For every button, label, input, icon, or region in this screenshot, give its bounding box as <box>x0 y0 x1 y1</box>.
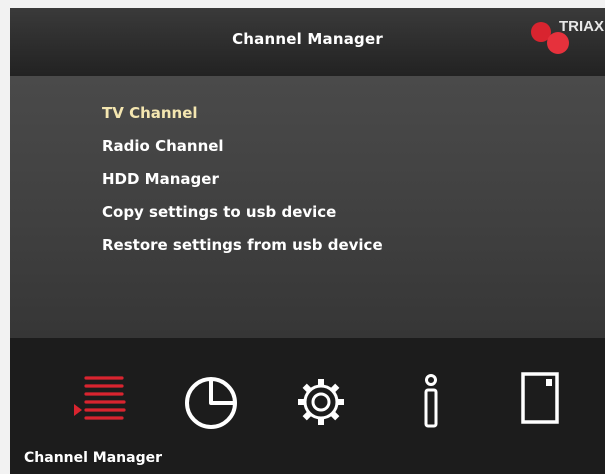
menu-item-copy-settings[interactable]: Copy settings to usb device <box>102 203 383 236</box>
triax-logo: TRIAX <box>525 12 605 62</box>
channel-list-icon[interactable] <box>66 366 136 436</box>
media-card-icon[interactable] <box>506 366 576 436</box>
info-icon[interactable] <box>396 366 466 436</box>
menu-item-radio-channel[interactable]: Radio Channel <box>102 137 383 170</box>
settings-gear-icon[interactable] <box>286 366 356 436</box>
tv-screen: Channel Manager TRIAX TV Channel Radio C… <box>10 8 605 474</box>
active-section-label: Channel Manager <box>24 450 163 466</box>
footer-icon-bar: Channel Manager <box>10 338 605 474</box>
menu-item-hdd-manager[interactable]: HDD Manager <box>102 170 383 203</box>
page-title: Channel Manager <box>232 30 383 48</box>
menu-item-restore-settings[interactable]: Restore settings from usb device <box>102 236 383 269</box>
menu-item-tv-channel[interactable]: TV Channel <box>102 104 383 137</box>
channel-manager-menu: TV Channel Radio Channel HDD Manager Cop… <box>102 104 383 269</box>
logo-dot <box>547 32 569 54</box>
logo-text: TRIAX <box>559 18 604 35</box>
timer-pie-icon[interactable] <box>176 366 246 436</box>
menu-panel: TV Channel Radio Channel HDD Manager Cop… <box>10 76 605 338</box>
header-bar: Channel Manager TRIAX <box>10 8 605 76</box>
